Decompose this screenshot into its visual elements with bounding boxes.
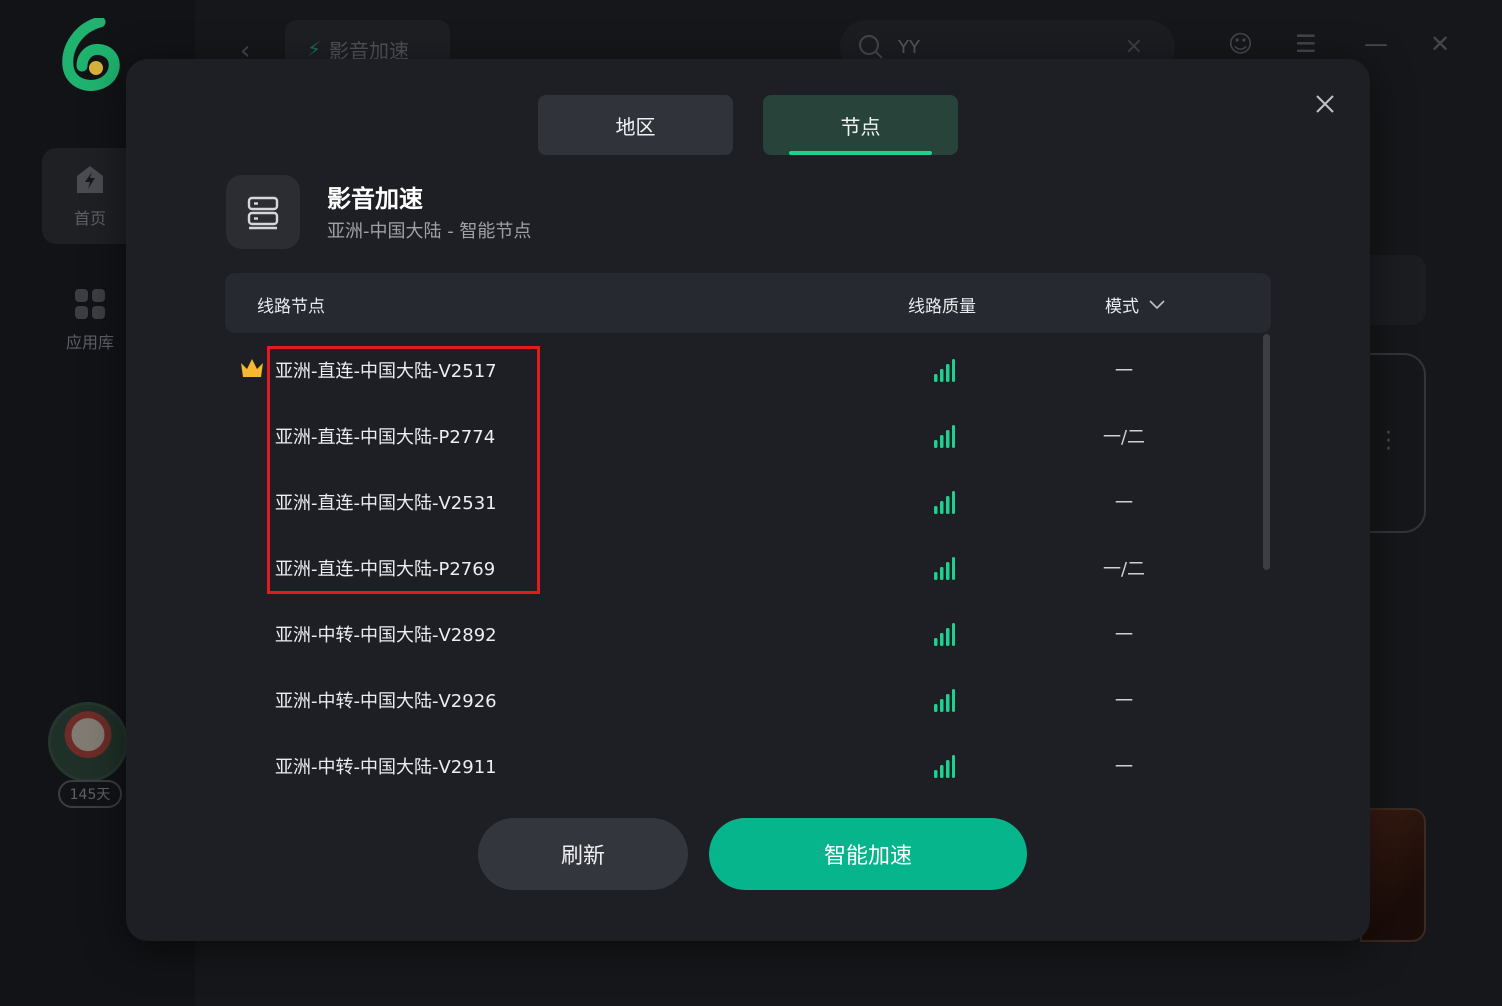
tab-node[interactable]: 节点 [763, 95, 958, 155]
node-name: 亚洲-直连-中国大陆-P2774 [275, 427, 496, 448]
game-subtitle: 亚洲-中国大陆 - 智能节点 [327, 221, 532, 242]
signal-icon [934, 689, 955, 712]
app-logo [62, 18, 120, 91]
chevron-down-icon [1149, 299, 1165, 309]
signal-icon [934, 425, 955, 448]
signal-icon [934, 755, 955, 778]
node-name: 亚洲-直连-中国大陆-V2517 [275, 361, 497, 382]
apps-grid-icon [75, 289, 105, 319]
node-name: 亚洲-直连-中国大陆-P2769 [275, 559, 496, 580]
node-mode: 一 [1115, 625, 1133, 646]
mode-label: 模式 [1105, 297, 1139, 317]
column-header-quality: 线路质量 [908, 297, 976, 317]
membership-days-badge: 145天 [58, 780, 122, 808]
node-mode: 一 [1115, 691, 1133, 712]
node-name: 亚洲-中转-中国大陆-V2911 [275, 757, 497, 778]
search-icon [859, 35, 883, 59]
node-name: 亚洲-中转-中国大陆-V2926 [275, 691, 497, 712]
table-row[interactable]: 亚洲-中转-中国大陆-V2892 一 [225, 601, 1265, 667]
server-icon [247, 196, 279, 230]
game-title: 影音加速 [327, 185, 423, 213]
clear-search-icon[interactable]: × [1125, 34, 1143, 59]
signal-icon [934, 491, 955, 514]
table-row[interactable]: 亚洲-直连-中国大陆-V2531 一 [225, 469, 1265, 535]
node-name: 亚洲-中转-中国大陆-V2892 [275, 625, 497, 646]
table-row[interactable]: 亚洲-中转-中国大陆-V2926 一 [225, 667, 1265, 733]
node-mode: 一/二 [1102, 427, 1146, 448]
column-header-node: 线路节点 [257, 297, 325, 317]
menu-list-icon[interactable]: ☰ [1295, 30, 1327, 62]
table-row[interactable]: 亚洲-直连-中国大陆-P2774 一/二 [225, 403, 1265, 469]
table-row[interactable]: 亚洲-直连-中国大陆-V2517 一 [225, 337, 1265, 403]
lightning-icon: ⚡ [307, 37, 322, 61]
minimize-icon[interactable]: — [1364, 30, 1396, 62]
node-mode: 一 [1115, 757, 1133, 778]
table-row[interactable]: 亚洲-直连-中国大陆-P2769 一/二 [225, 535, 1265, 601]
user-avatar[interactable]: 145天 [48, 702, 132, 812]
refresh-button[interactable]: 刷新 [478, 818, 688, 890]
tab-region[interactable]: 地区 [538, 95, 733, 155]
node-mode: 一/二 [1102, 559, 1146, 580]
table-header: 线路节点 线路质量 模式 [225, 273, 1271, 333]
game-icon [226, 175, 300, 249]
window-close-icon[interactable]: ✕ [1430, 30, 1462, 62]
scrollbar[interactable] [1263, 334, 1270, 570]
more-options-icon[interactable]: · · · [1385, 423, 1392, 461]
crown-icon [241, 359, 263, 377]
signal-icon [934, 623, 955, 646]
refresh-label: 刷新 [560, 844, 605, 869]
sidebar-item-home[interactable]: 首页 [42, 148, 138, 244]
tab-label: 节点 [840, 114, 881, 139]
node-name: 亚洲-直连-中国大陆-V2531 [275, 493, 497, 514]
smart-accelerate-button[interactable]: 智能加速 [709, 818, 1027, 890]
node-select-dialog: 地区 节点 影音加速 亚洲-中国大陆 - 智能节点 线路节点 线路质量 模式 亚… [126, 59, 1370, 941]
node-mode: 一 [1115, 493, 1133, 514]
search-input[interactable]: YY [898, 37, 920, 58]
tab-label: 地区 [615, 114, 656, 139]
avatar [48, 702, 128, 782]
signal-icon [934, 359, 955, 382]
sidebar-item-label: 应用库 [65, 333, 114, 352]
support-icon[interactable]: ☺ [1228, 30, 1260, 62]
close-icon[interactable] [1310, 89, 1340, 119]
sidebar-item-apps[interactable]: 应用库 [42, 272, 138, 368]
smart-accelerate-label: 智能加速 [823, 844, 912, 869]
lightning-house-icon [77, 166, 103, 193]
node-list: 亚洲-直连-中国大陆-V2517 一 亚洲-直连-中国大陆-P2774 一/二 … [225, 337, 1271, 785]
table-row[interactable]: 亚洲-中转-中国大陆-V2911 一 [225, 733, 1265, 785]
signal-icon [934, 557, 955, 580]
active-tab-indicator [789, 151, 932, 155]
node-mode: 一 [1115, 361, 1133, 382]
sidebar-item-label: 首页 [73, 209, 106, 228]
column-header-mode[interactable]: 模式 [1105, 292, 1165, 317]
